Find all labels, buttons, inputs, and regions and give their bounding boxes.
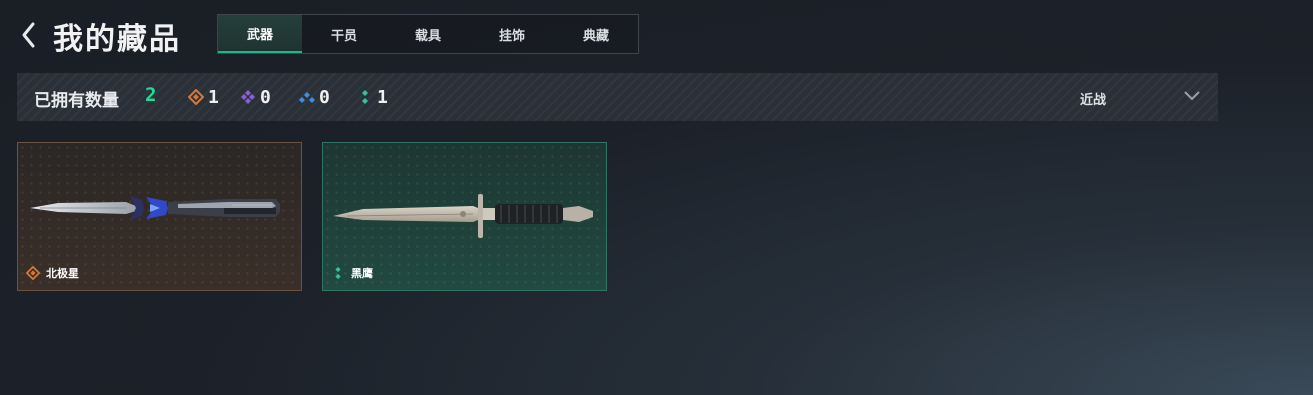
rarity-count-green: 1 (357, 86, 388, 108)
item-card-black-eagle[interactable]: 黑鹰 (322, 142, 607, 291)
tab-collection[interactable]: 典藏 (554, 15, 638, 53)
knife-polaris-image (30, 196, 280, 220)
chevron-left-icon (22, 22, 35, 48)
rarity-count-purple: 0 (240, 86, 271, 108)
owned-label: 已拥有数量 (34, 91, 119, 111)
orange-diamond-icon (188, 89, 204, 105)
item-name-row: 北极星 (26, 265, 79, 281)
item-name: 北极星 (46, 267, 79, 280)
rarity-count-blue: 0 (299, 86, 330, 108)
rarity-count: 1 (208, 86, 219, 108)
chevron-down-icon[interactable] (1183, 90, 1201, 102)
blue-diamond-icon (299, 92, 315, 103)
tab-charms[interactable]: 挂饰 (470, 15, 554, 53)
sort-dropdown-value[interactable]: 近战 (1080, 89, 1106, 108)
rarity-count: 0 (319, 86, 330, 108)
knife-black-eagle-image (333, 194, 593, 238)
tab-vehicles[interactable]: 载具 (386, 15, 470, 53)
back-button[interactable] (18, 20, 42, 50)
rarity-count: 1 (377, 86, 388, 108)
rarity-count-orange: 1 (188, 86, 219, 108)
orange-diamond-icon (26, 266, 40, 280)
tab-weapons[interactable]: 武器 (218, 15, 302, 53)
page-title: 我的藏品 (53, 22, 181, 57)
tab-operators[interactable]: 干员 (302, 15, 386, 53)
filter-bar: 已拥有数量 2 1 0 0 1 近战 (17, 73, 1218, 121)
purple-diamond-icon (241, 90, 255, 104)
category-tabs: 武器 干员 载具 挂饰 典藏 (217, 14, 639, 54)
green-diamond-icon (335, 266, 341, 280)
item-card-polaris[interactable]: 北极星 (17, 142, 302, 291)
item-name: 黑鹰 (351, 267, 373, 280)
header: 我的藏品 武器 干员 载具 挂饰 典藏 (0, 0, 1313, 70)
owned-count: 2 (145, 84, 157, 106)
item-name-row: 黑鹰 (331, 265, 373, 281)
rarity-count: 0 (260, 86, 271, 108)
green-diamond-icon (362, 90, 368, 104)
